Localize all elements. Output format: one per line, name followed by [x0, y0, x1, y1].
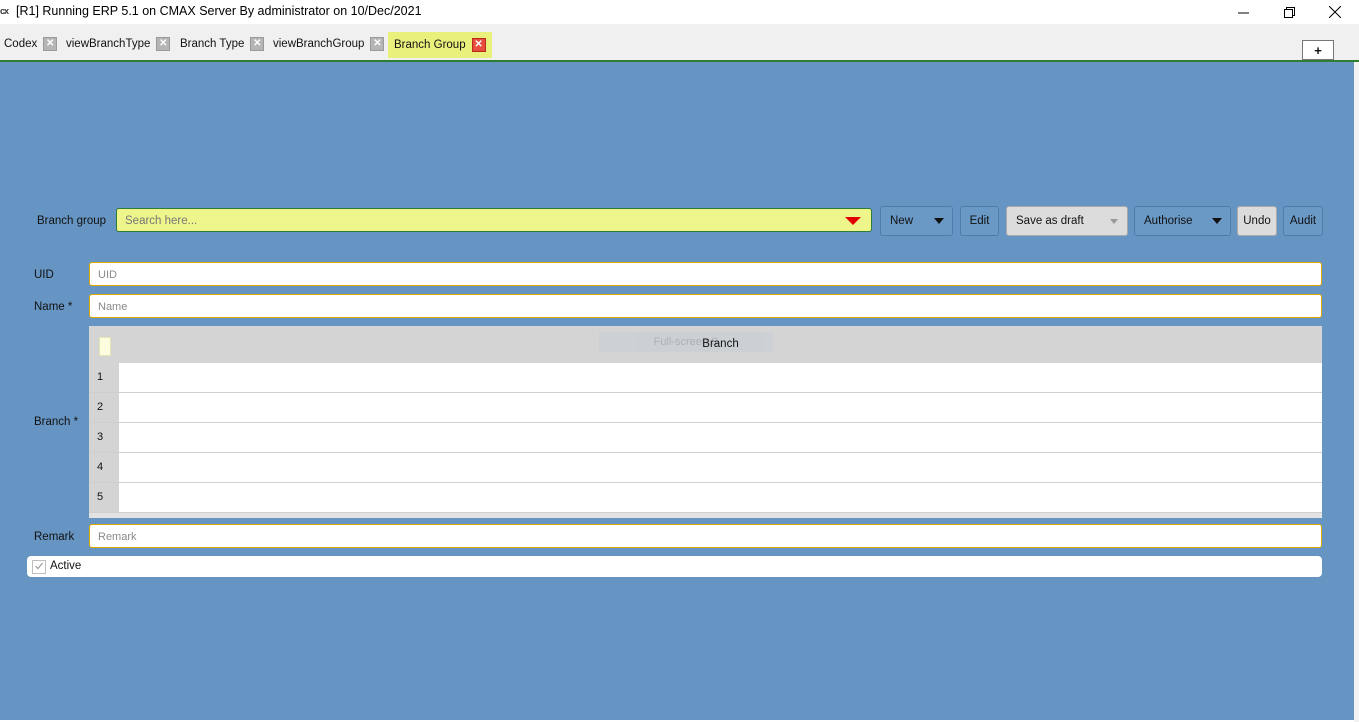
tab-view-branch-group[interactable]: viewBranchGroup ✕	[273, 34, 385, 54]
branch-grid: Full-screen S Branch 1 2 3 4 5	[89, 326, 1322, 518]
search-input[interactable]	[123, 212, 827, 230]
remark-field[interactable]	[89, 524, 1322, 548]
undo-button[interactable]: Undo	[1237, 206, 1277, 236]
checkmark-icon	[35, 562, 43, 570]
name-label: Name *	[34, 301, 73, 313]
table-row[interactable]: 3	[89, 423, 1322, 453]
maximize-button[interactable]	[1266, 0, 1312, 24]
branch-cell[interactable]	[119, 453, 1322, 482]
active-row: Active	[27, 556, 1322, 577]
save-as-draft-button[interactable]: Save as draft	[1006, 206, 1128, 236]
tab-label: viewBranchGroup	[273, 38, 365, 50]
tab-close-icon[interactable]: ✕	[250, 37, 265, 51]
tab-label: Branch Type	[180, 38, 245, 50]
uid-field[interactable]	[89, 262, 1322, 286]
row-number: 1	[89, 363, 119, 392]
window-title: [R1] Running ERP 5.1 on CMAX Server By a…	[16, 4, 422, 18]
uid-input[interactable]	[96, 266, 1300, 284]
edit-button-label: Edit	[969, 215, 990, 227]
table-row[interactable]: 4	[89, 453, 1322, 483]
save-as-draft-label: Save as draft	[1016, 215, 1084, 227]
branch-cell[interactable]	[119, 423, 1322, 452]
branch-group-label: Branch group	[37, 215, 107, 227]
table-row[interactable]: 1	[89, 363, 1322, 393]
name-input[interactable]	[96, 298, 1300, 316]
branch-cell[interactable]	[119, 363, 1322, 392]
new-button[interactable]: New	[880, 206, 953, 236]
table-row[interactable]: 2	[89, 393, 1322, 423]
tab-view-branch-type[interactable]: viewBranchType ✕	[66, 34, 171, 54]
undo-button-label: Undo	[1243, 215, 1271, 227]
tab-close-icon[interactable]: ✕	[43, 37, 58, 51]
new-button-label: New	[890, 215, 914, 227]
grid-header: Full-screen S Branch	[89, 326, 1322, 363]
tab-label: Codex	[4, 38, 38, 50]
main-panel: Branch group New Edit Save as draft Auth…	[0, 62, 1354, 720]
app-icon: cx	[0, 6, 9, 16]
tab-close-icon[interactable]: ✕	[370, 37, 385, 51]
grid-scrollbar[interactable]	[89, 513, 1322, 518]
audit-button[interactable]: Audit	[1283, 206, 1323, 236]
save-draft-dropdown-arrow[interactable]	[1101, 207, 1127, 235]
add-tab-button[interactable]: +	[1302, 40, 1334, 60]
window-scrollbar[interactable]	[1354, 62, 1359, 722]
tab-close-icon[interactable]: ✕	[471, 38, 486, 52]
close-button[interactable]	[1312, 0, 1358, 24]
table-row[interactable]: 5	[89, 483, 1322, 513]
name-field[interactable]	[89, 294, 1322, 318]
authorise-dropdown-arrow[interactable]	[1204, 207, 1230, 235]
tab-close-icon[interactable]: ✕	[156, 37, 171, 51]
tab-branch-type[interactable]: Branch Type ✕	[180, 34, 265, 54]
uid-label: UID	[34, 269, 54, 281]
tab-strip: Codex ✕ viewBranchType ✕ Branch Type ✕ v…	[0, 24, 1359, 62]
new-dropdown-arrow[interactable]	[926, 207, 952, 235]
row-number: 2	[89, 393, 119, 422]
chevron-down-icon	[1110, 218, 1118, 224]
tab-label: viewBranchType	[66, 38, 151, 50]
branch-label: Branch *	[34, 416, 79, 428]
title-bar: cx [R1] Running ERP 5.1 on CMAX Server B…	[0, 0, 1359, 24]
chevron-down-icon	[934, 218, 944, 224]
remark-label: Remark	[34, 531, 75, 543]
active-checkbox[interactable]	[32, 560, 46, 574]
branch-group-search[interactable]	[116, 208, 872, 232]
row-number: 5	[89, 483, 119, 512]
minimize-icon	[1237, 12, 1249, 13]
branch-cell[interactable]	[119, 393, 1322, 422]
active-label: Active	[50, 560, 82, 572]
chevron-down-icon	[1212, 218, 1222, 224]
restore-icon	[1283, 6, 1295, 18]
row-number: 4	[89, 453, 119, 482]
branch-column-header[interactable]: Branch	[89, 338, 1352, 350]
audit-button-label: Audit	[1289, 215, 1317, 227]
row-number: 3	[89, 423, 119, 452]
tab-codex[interactable]: Codex ✕	[4, 34, 58, 54]
branch-cell[interactable]	[119, 483, 1322, 512]
close-icon	[1329, 6, 1341, 18]
authorise-button-label: Authorise	[1144, 215, 1193, 227]
edit-button[interactable]: Edit	[960, 206, 999, 236]
minimize-button[interactable]	[1220, 0, 1266, 24]
tab-branch-group[interactable]: Branch Group ✕	[388, 32, 492, 58]
tab-label: Branch Group	[394, 39, 466, 51]
remark-input[interactable]	[96, 528, 1300, 546]
authorise-button[interactable]: Authorise	[1134, 206, 1231, 236]
dropdown-arrow-icon[interactable]	[845, 217, 861, 225]
